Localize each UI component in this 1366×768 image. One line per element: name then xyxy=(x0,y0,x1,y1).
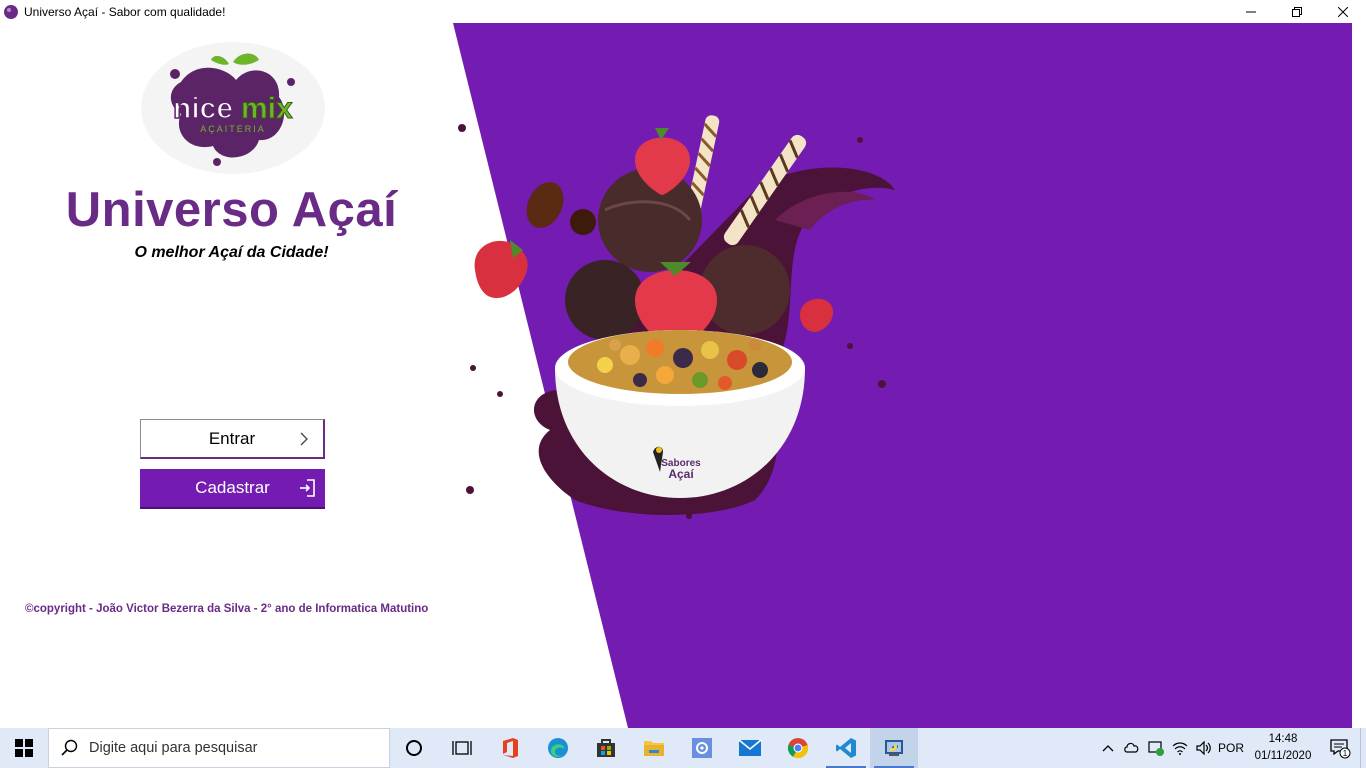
store-taskbar-button[interactable] xyxy=(582,728,630,768)
acai-bowl-illustration: Sabores Açaí xyxy=(458,115,895,519)
bowl-brand-line2: Açaí xyxy=(668,467,694,481)
show-desktop-button[interactable] xyxy=(1360,728,1366,768)
page-title: Universo Açaí xyxy=(65,183,398,237)
search-box[interactable]: Digite aqui para pesquisar xyxy=(48,728,390,768)
minimize-button[interactable] xyxy=(1228,0,1274,23)
office-taskbar-button[interactable] xyxy=(486,728,534,768)
clock-time: 14:48 xyxy=(1268,733,1298,745)
edge-taskbar-button[interactable] xyxy=(534,728,582,768)
logo-text-sub: AÇAITERIA xyxy=(200,124,266,134)
python-app-icon xyxy=(885,740,903,756)
cortana-icon xyxy=(406,740,422,756)
cadastrar-button[interactable]: Cadastrar xyxy=(140,469,325,509)
onedrive-tray-button[interactable] xyxy=(1120,728,1144,768)
vscode-icon xyxy=(836,738,856,758)
title-bar: Universo Açaí - Sabor com qualidade! xyxy=(0,0,1366,23)
window-controls xyxy=(1228,0,1366,23)
chevron-right-icon xyxy=(300,432,308,446)
start-button[interactable] xyxy=(0,728,48,768)
office-icon xyxy=(503,738,518,758)
notification-icon: 1 xyxy=(1330,739,1351,759)
task-view-button[interactable] xyxy=(438,728,486,768)
store-icon xyxy=(597,739,615,757)
task-view-icon xyxy=(452,741,472,755)
vscode-taskbar-button[interactable] xyxy=(822,728,870,768)
action-center-button[interactable]: 1 xyxy=(1320,728,1360,768)
entrar-button-label: Entrar xyxy=(208,428,256,448)
settings-taskbar-button[interactable] xyxy=(678,728,726,768)
settings-gear-icon xyxy=(692,738,712,758)
page-subtitle: O melhor Açaí da Cidade! xyxy=(134,244,329,261)
logo-text-nice: nice xyxy=(173,92,233,125)
input-language[interactable]: POR xyxy=(1216,741,1246,755)
cortana-button[interactable] xyxy=(390,728,438,768)
mail-icon xyxy=(738,739,762,756)
windows-icon xyxy=(15,739,33,757)
volume-tray-button[interactable] xyxy=(1192,728,1216,768)
logo-text-mix: mix xyxy=(241,92,293,125)
window-title: Universo Açaí - Sabor com qualidade! xyxy=(24,4,226,19)
defender-tray-button[interactable] xyxy=(1144,728,1168,768)
restore-button[interactable] xyxy=(1274,0,1320,23)
clock-date: 01/11/2020 xyxy=(1254,750,1312,762)
python-taskbar-button[interactable] xyxy=(870,728,918,768)
speaker-icon xyxy=(1196,741,1211,755)
cadastrar-button-label: Cadastrar xyxy=(195,478,270,497)
notification-count: 1 xyxy=(1343,749,1348,758)
search-icon xyxy=(61,739,78,756)
minimize-icon xyxy=(1246,11,1256,12)
network-tray-button[interactable] xyxy=(1168,728,1192,768)
sign-in-icon xyxy=(300,479,315,497)
restore-icon xyxy=(1292,6,1302,17)
taskbar: Digite aqui para pesquisar POR 14:48 01/… xyxy=(0,728,1366,768)
system-clock[interactable]: 14:48 01/11/2020 xyxy=(1246,731,1320,765)
close-button[interactable] xyxy=(1320,0,1366,23)
chrome-icon xyxy=(787,738,809,759)
app-icon xyxy=(4,4,18,19)
chevron-up-icon xyxy=(1102,745,1114,752)
search-placeholder: Digite aqui para pesquisar xyxy=(89,740,258,756)
show-hidden-icons-button[interactable] xyxy=(1096,728,1120,768)
entrar-button[interactable]: Entrar xyxy=(140,419,325,459)
copyright-text: ©copyright - João Victor Bezerra da Silv… xyxy=(25,603,429,615)
nicemix-logo: nice mix AÇAITERIA xyxy=(141,42,325,174)
wifi-icon xyxy=(1172,742,1188,755)
mail-taskbar-button[interactable] xyxy=(726,728,774,768)
folder-icon xyxy=(644,741,664,756)
edge-icon xyxy=(548,738,568,758)
system-tray: POR 14:48 01/11/2020 1 xyxy=(1096,728,1366,768)
file-explorer-taskbar-button[interactable] xyxy=(630,728,678,768)
shield-check-icon xyxy=(1148,741,1164,756)
cloud-icon xyxy=(1124,742,1139,753)
app-window: Universo Açaí - Sabor com qualidade! nic… xyxy=(0,0,1366,768)
close-icon xyxy=(1338,6,1348,17)
chrome-taskbar-button[interactable] xyxy=(774,728,822,768)
